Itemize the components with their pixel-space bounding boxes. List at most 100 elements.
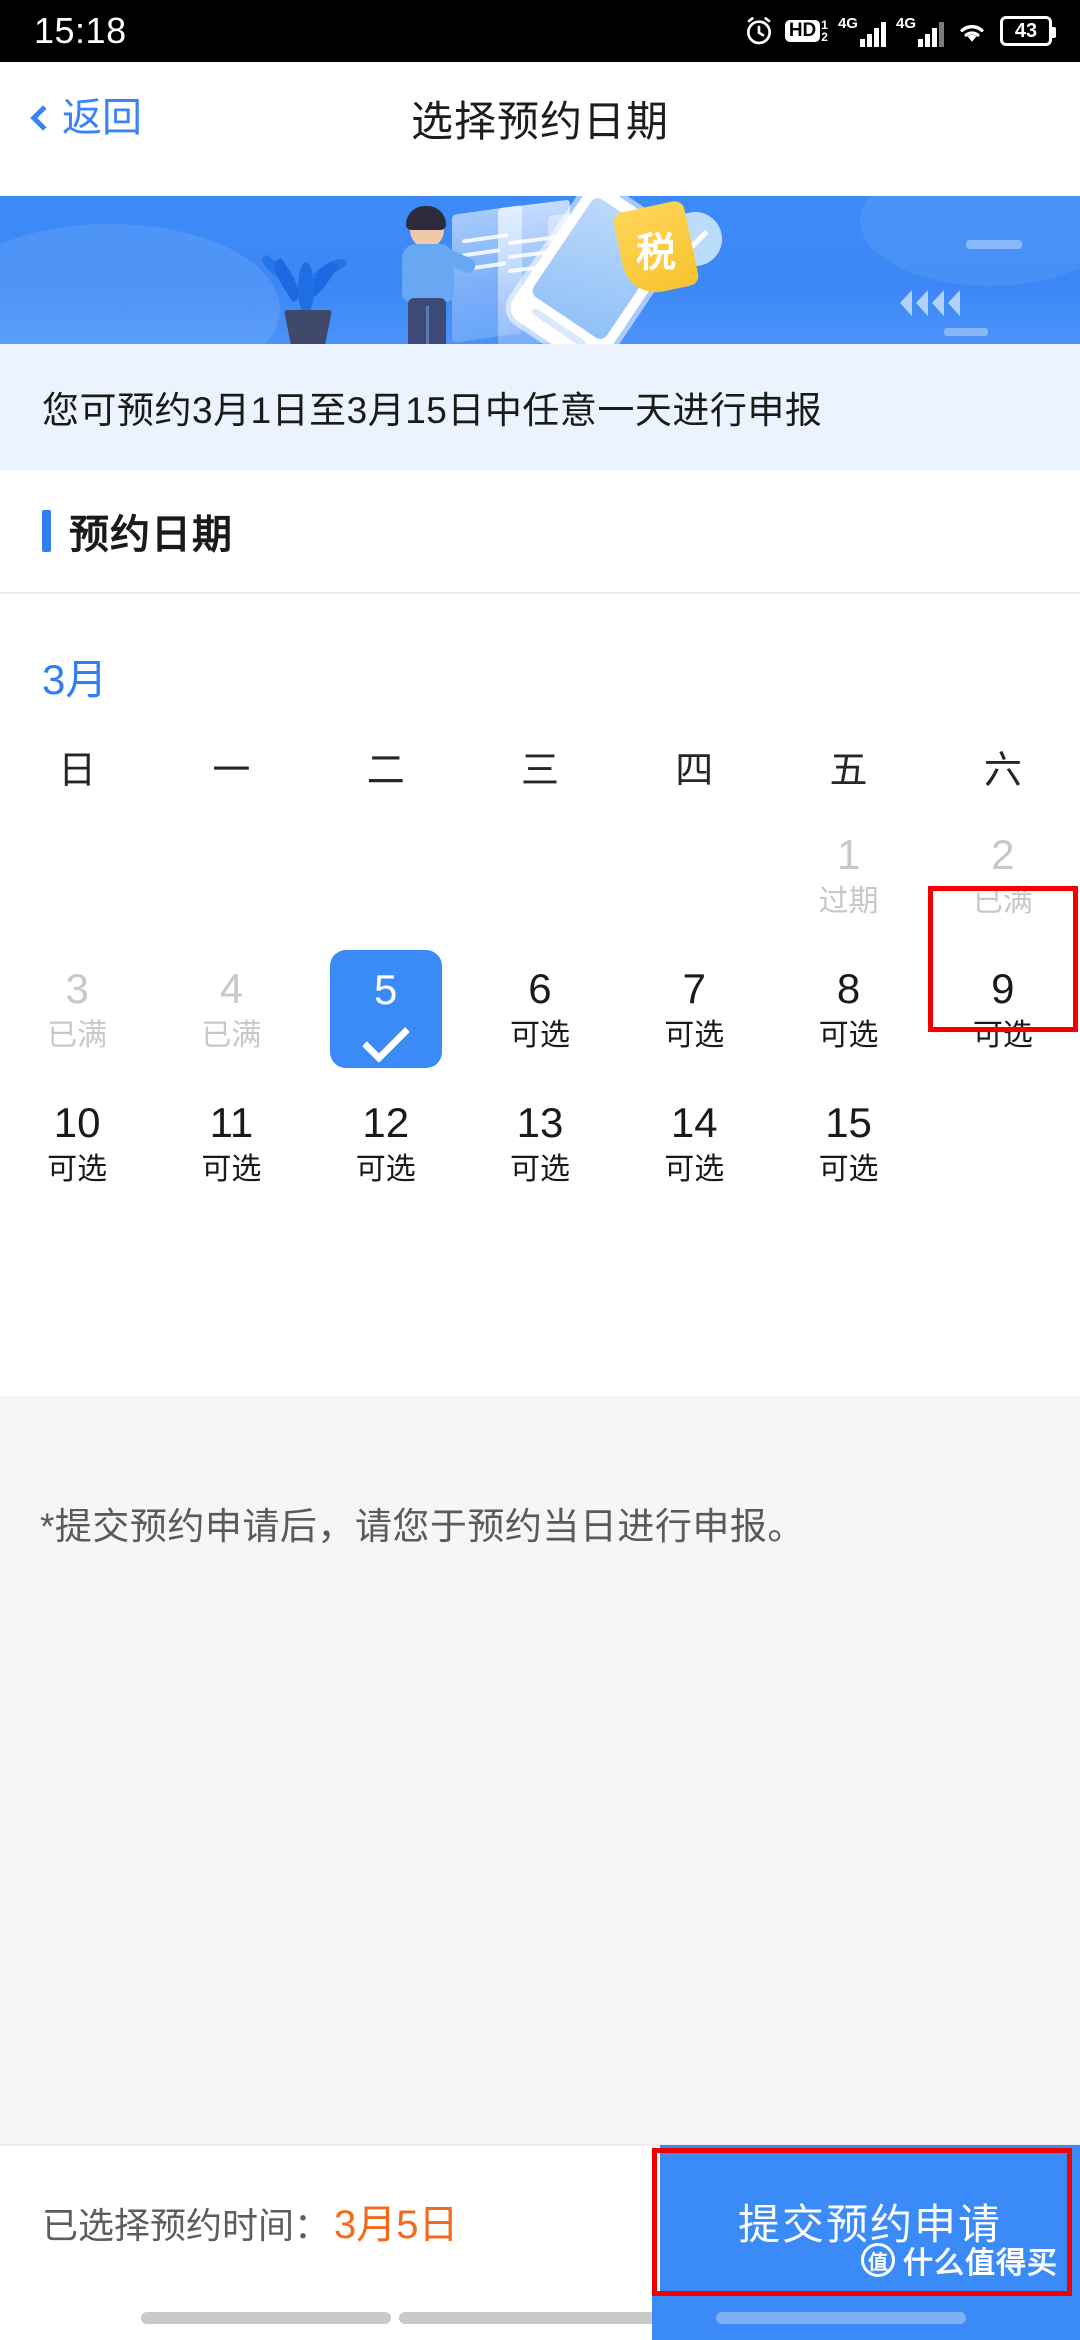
calendar-day-number: 11 xyxy=(209,1099,254,1147)
calendar-day-status: 可选 xyxy=(509,1018,570,1052)
calendar-day-11[interactable]: 11 可选 xyxy=(154,1076,308,1210)
calendar-day-inner: 15 可选 xyxy=(793,1084,905,1202)
calendar-day-number: 12 xyxy=(362,1099,410,1147)
footnote-text: *提交预约申请后，请您于预约当日进行申报。 xyxy=(40,1506,805,1547)
hd-label: HD xyxy=(784,19,821,43)
calendar-day-grid: 1 过期 2 已满 3 已满 4 已满 5 6 可选 7 可选 8 可选 9 可选 10 可选 11 可选 12 可选 13 可… xyxy=(0,808,1080,1210)
selected-date-value: 3月5日 xyxy=(334,2203,459,2247)
sim1-signal-icon: 4G xyxy=(838,16,886,47)
watermark-logo-icon: 值 xyxy=(861,2243,895,2277)
calendar-day-inner: 3 已满 xyxy=(21,950,133,1068)
calendar-day-status: 可选 xyxy=(818,1018,879,1052)
calendar-day-4: 4 已满 xyxy=(154,942,308,1076)
calendar-day-inner: 1 过期 xyxy=(793,816,905,934)
calendar-day-1: 1 过期 xyxy=(771,808,925,942)
calendar-day-number: 10 xyxy=(53,1099,101,1147)
calendar-day-8[interactable]: 8 可选 xyxy=(771,942,925,1076)
calendar-day-number: 14 xyxy=(670,1099,718,1147)
calendar-day-inner: 13 可选 xyxy=(484,1084,596,1202)
calendar-day-status: 已满 xyxy=(47,1018,108,1052)
calendar-weekday-0: 日 xyxy=(58,749,97,792)
back-button-label: 返回 xyxy=(62,96,142,140)
calendar-day-number: 6 xyxy=(528,965,552,1013)
calendar-day-6[interactable]: 6 可选 xyxy=(463,942,617,1076)
calendar-day-status: 已满 xyxy=(972,884,1033,918)
calendar-weekday-5: 五 xyxy=(829,749,868,792)
hd-sub: 2 xyxy=(821,30,828,44)
calendar-day-number: 15 xyxy=(825,1099,872,1147)
banner-dash-2 xyxy=(944,328,988,336)
calendar-day-9[interactable]: 9 可选 xyxy=(926,942,1080,1076)
calendar-day-10[interactable]: 10 可选 xyxy=(0,1076,154,1210)
sim2-bars xyxy=(918,21,944,47)
calendar-weekday-4: 四 xyxy=(675,749,714,792)
calendar-day-number: 9 xyxy=(991,965,1015,1013)
selected-date-label: 已选择预约时间： xyxy=(42,2205,331,2246)
calendar-day-status: 已满 xyxy=(201,1018,262,1052)
section-header: 预约日期 xyxy=(0,470,1080,594)
calendar-day-status: 过期 xyxy=(818,884,879,918)
calendar-day-number: 13 xyxy=(516,1099,564,1147)
calendar-day-inner: 8 可选 xyxy=(793,950,905,1068)
calendar-day-15[interactable]: 15 可选 xyxy=(771,1076,925,1210)
calendar-day-13[interactable]: 13 可选 xyxy=(463,1076,617,1210)
calendar-day-number: 8 xyxy=(836,965,861,1013)
back-button[interactable]: 返回 xyxy=(30,96,142,140)
sim1-bars xyxy=(859,21,886,47)
calendar-cell-empty xyxy=(309,808,463,942)
calendar-day-inner: 4 已满 xyxy=(175,950,287,1068)
calendar-day-inner: 9 可选 xyxy=(947,950,1059,1068)
calendar-day-7[interactable]: 7 可选 xyxy=(617,942,771,1076)
calendar-cell-empty xyxy=(0,808,154,942)
calendar-day-5[interactable]: 5 xyxy=(309,942,463,1076)
calendar-cell-empty xyxy=(154,808,308,942)
calendar-weekday-6: 六 xyxy=(983,749,1022,792)
watermark-text: 什么值得买 xyxy=(903,2247,1058,2280)
battery-level: 43 xyxy=(1014,19,1038,42)
calendar-day-inner: 7 可选 xyxy=(638,950,750,1068)
page-title: 选择预约日期 xyxy=(410,97,669,145)
notice-banner: 您可预约3月1日至3月15日中任意一天进行申报 xyxy=(0,344,1080,470)
calendar-day-number: 1 xyxy=(836,831,861,879)
sim2-signal-icon: 4G xyxy=(896,16,944,47)
calendar-day-number: 4 xyxy=(219,965,244,1013)
tax-badge-label: 税 xyxy=(636,230,676,276)
calendar-day-14[interactable]: 14 可选 xyxy=(617,1076,771,1210)
banner-dash-1 xyxy=(966,240,1022,249)
calendar-day-12[interactable]: 12 可选 xyxy=(309,1076,463,1210)
calendar-day-number: 5 xyxy=(374,965,398,1013)
system-nav-pill-overlay xyxy=(716,2312,966,2324)
calendar-day-status: 可选 xyxy=(664,1152,725,1186)
calendar-day-2: 2 已满 xyxy=(926,808,1080,942)
banner-wave-left xyxy=(0,224,280,344)
check-icon xyxy=(361,1015,410,1064)
calendar-day-inner: 5 xyxy=(329,950,442,1068)
calendar-day-inner: 14 可选 xyxy=(638,1084,750,1202)
calendar-weekday-row: 日一二三四五六 xyxy=(0,724,1080,808)
app-root: 15:18 HD 1 2 4G 4G 43 返回 选择预约日期 税 您可预约3月… xyxy=(0,0,1080,2340)
footnote-area: *提交预约申请后，请您于预约当日进行申报。 xyxy=(0,1396,1080,2188)
calendar: 3月 日 一 二 三 四 五 六 1 过期 2 已满 3 已满 4 已满 5 6 可选 7 可选 8 可选 9 可选 10 可选… xyxy=(0,596,1080,1396)
calendar-day-number: 2 xyxy=(991,831,1015,879)
alarm-clock-icon xyxy=(746,17,771,45)
calendar-day-status: 可选 xyxy=(355,1152,416,1186)
calendar-day-number: 3 xyxy=(65,965,89,1013)
wifi-icon xyxy=(960,25,984,42)
hero-banner: 税 xyxy=(0,196,1080,344)
calendar-day-number: 7 xyxy=(682,965,706,1013)
plant-illustration-icon xyxy=(258,226,352,344)
battery-icon: 43 xyxy=(1000,16,1056,46)
volte-hd-icon: HD 1 2 xyxy=(784,19,828,43)
chevron-left-icon xyxy=(30,105,56,131)
calendar-day-status: 可选 xyxy=(201,1152,262,1186)
system-nav-pill-left[interactable] xyxy=(141,2312,391,2324)
status-icon-group: HD 1 2 4G 4G 43 xyxy=(743,15,1056,47)
system-nav-pill-center[interactable] xyxy=(399,2312,681,2324)
status-time: 15:18 xyxy=(34,10,127,51)
sim2-network-label: 4G xyxy=(895,14,916,32)
calendar-month-label: 3月 xyxy=(42,656,108,703)
hd-sim-indices: 1 2 xyxy=(821,19,828,43)
status-bar: 15:18 HD 1 2 4G 4G 43 xyxy=(0,0,1080,62)
calendar-day-inner: 2 已满 xyxy=(947,816,1059,934)
calendar-weekday-3: 三 xyxy=(520,749,559,792)
